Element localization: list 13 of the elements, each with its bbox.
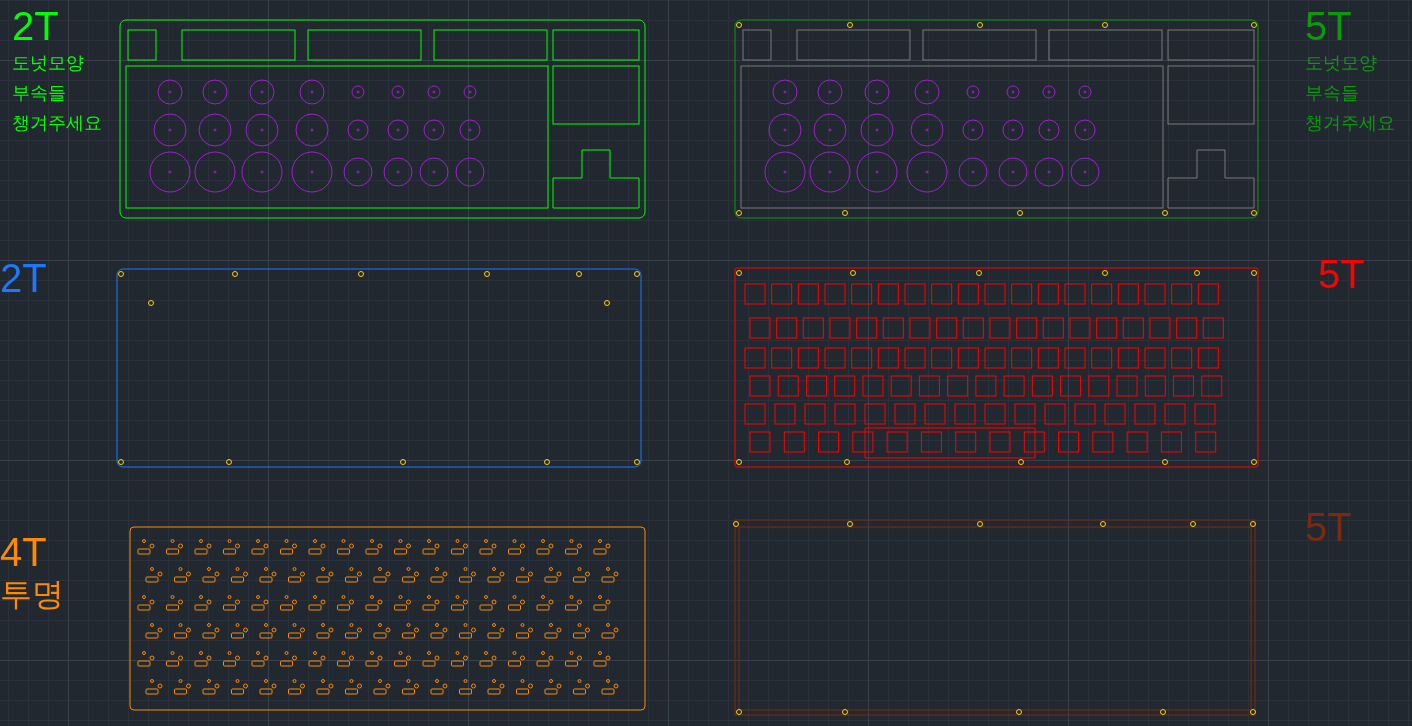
thickness-label: 5T	[1305, 505, 1352, 549]
note-text: 챙겨주세요	[12, 111, 102, 135]
note-text: 도넛모양	[1305, 51, 1377, 75]
thickness-label: 2T	[12, 4, 59, 48]
note-text: 챙겨주세요	[1305, 111, 1395, 135]
thickness-label: 4T	[0, 530, 47, 574]
thickness-label: 2T	[0, 256, 47, 300]
thickness-label: 5T	[1318, 252, 1365, 296]
note-text: 투명	[0, 574, 64, 614]
thickness-label: 5T	[1305, 4, 1352, 48]
note-text: 도넛모양	[12, 51, 84, 75]
note-text: 부속들	[12, 81, 66, 105]
note-text: 부속들	[1305, 81, 1359, 105]
